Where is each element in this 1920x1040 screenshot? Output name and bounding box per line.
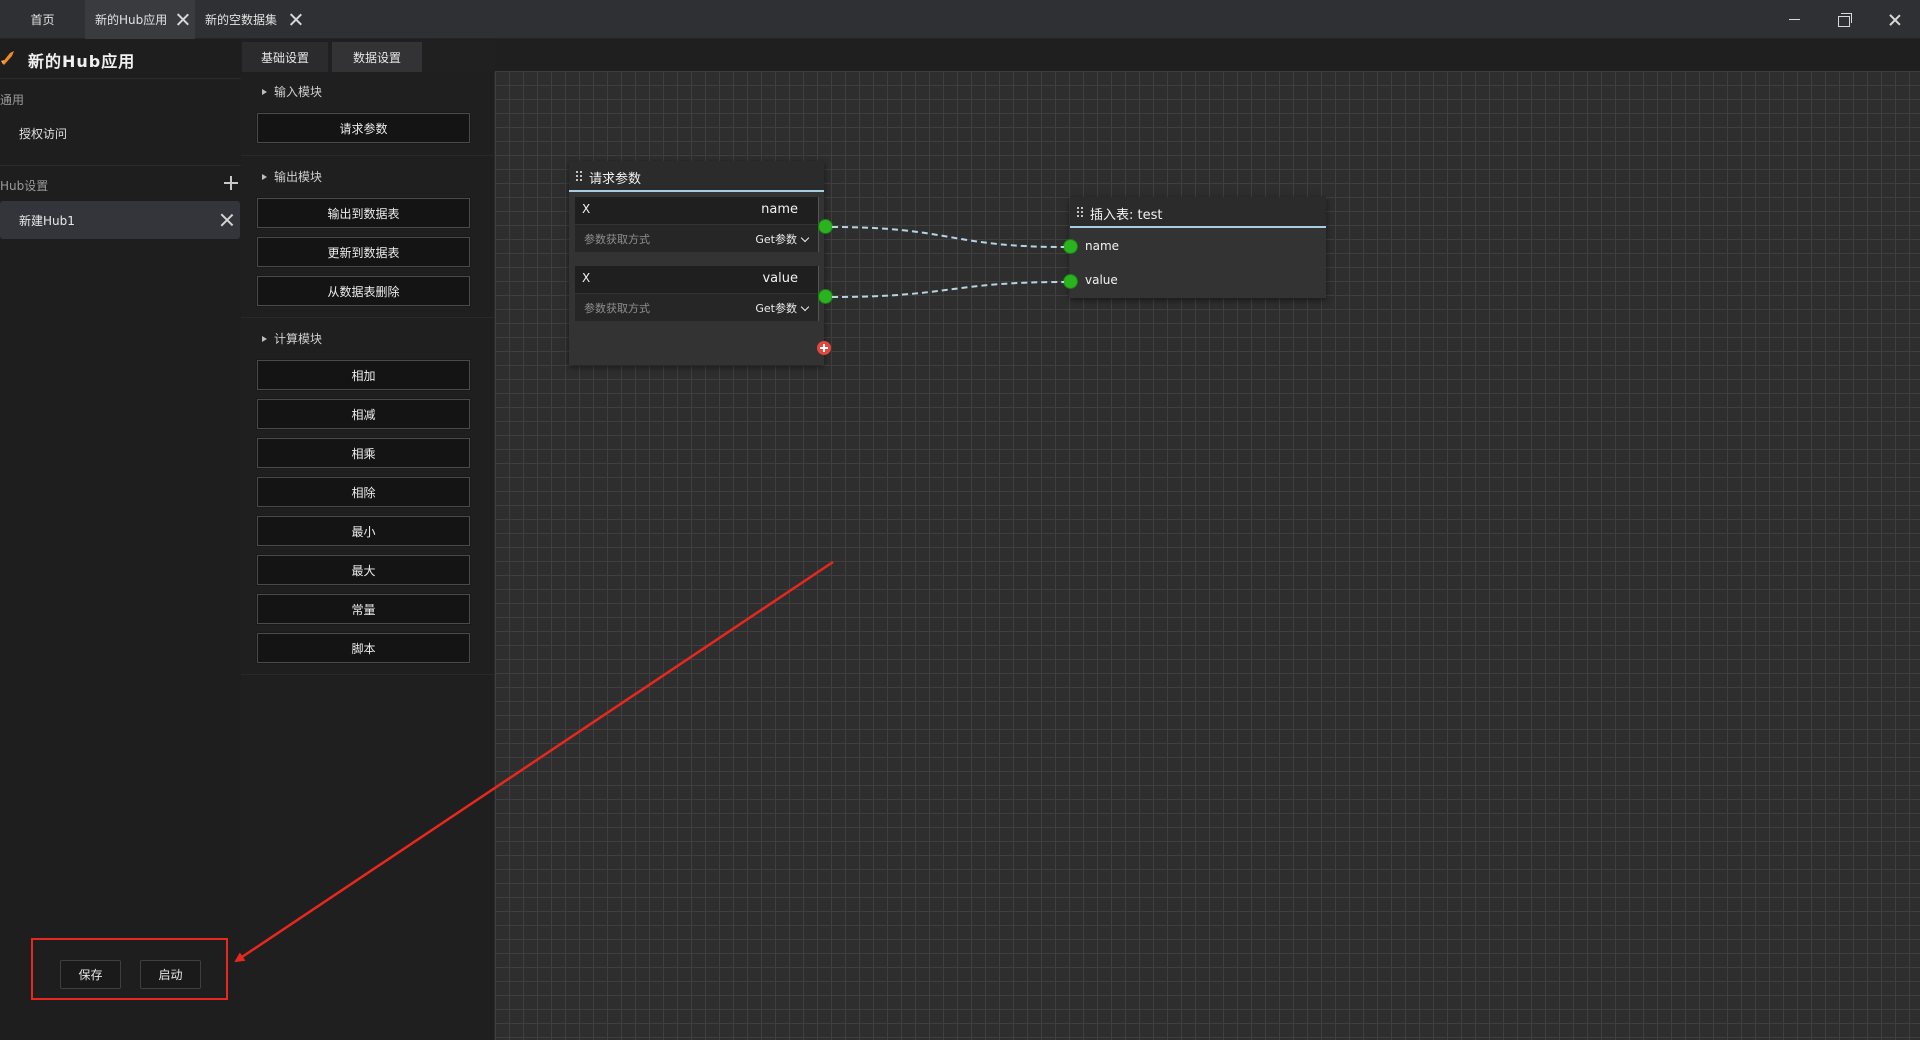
sidebar-item-hub-label: 新建Hub1: [19, 214, 75, 228]
output-port-value[interactable]: [818, 289, 833, 304]
param-method-select[interactable]: Get参数: [755, 300, 810, 316]
module-max[interactable]: 最大: [256, 554, 471, 586]
node-header[interactable]: 插入表: test: [1070, 197, 1326, 228]
node-header[interactable]: 请求参数: [569, 161, 824, 192]
module-request-params[interactable]: 请求参数: [256, 112, 471, 144]
input-port-value[interactable]: [1063, 274, 1078, 289]
param-name-row: X value: [575, 266, 819, 293]
param-name-input[interactable]: value: [762, 271, 798, 286]
param-name-input[interactable]: name: [761, 202, 798, 217]
input-port-name[interactable]: [1063, 239, 1078, 254]
param-method-select[interactable]: Get参数: [755, 231, 810, 247]
group-input-title: 输入模块: [274, 85, 323, 99]
sidebar: 新的Hub应用 通用 授权访问 Hub设置 新建Hub1: [0, 39, 241, 1040]
node-title: 插入表: test: [1090, 208, 1163, 223]
input-port-label-value: value: [1085, 273, 1118, 287]
group-output-header[interactable]: 输出模块: [262, 168, 322, 185]
chevron-down-icon: [800, 233, 810, 243]
group-output-title: 输出模块: [274, 170, 323, 184]
section-hub-settings: Hub设置: [0, 179, 49, 193]
module-update-table[interactable]: 更新到数据表: [256, 236, 471, 268]
tab-data-settings[interactable]: 数据设置: [332, 42, 422, 72]
output-port-name[interactable]: [818, 219, 833, 234]
param-method-value: Get参数: [755, 302, 797, 315]
drag-handle-icon[interactable]: [1076, 206, 1084, 218]
group-compute-title: 计算模块: [274, 332, 323, 346]
param-method-value: Get参数: [755, 233, 797, 246]
sidebar-item-hub[interactable]: 新建Hub1: [0, 201, 240, 239]
restore-icon[interactable]: [1834, 10, 1854, 30]
module-min[interactable]: 最小: [256, 515, 471, 547]
module-divide[interactable]: 相除: [256, 476, 471, 508]
module-multiply[interactable]: 相乘: [256, 437, 471, 469]
tab-hub-app[interactable]: 新的Hub应用: [85, 0, 195, 39]
param-remove-button[interactable]: X: [582, 202, 590, 216]
caret-right-icon: [262, 88, 267, 95]
app-title: 新的Hub应用: [28, 52, 136, 71]
sidebar-item-auth-access[interactable]: 授权访问: [19, 125, 67, 142]
window-close-icon[interactable]: [1885, 10, 1905, 30]
node-request-params[interactable]: 请求参数 X name 参数获取方式 Get参数 X value 参数获取方式 …: [569, 161, 831, 365]
caret-right-icon: [262, 335, 267, 342]
chevron-down-icon: [800, 302, 810, 312]
divider: [241, 317, 494, 318]
group-compute-header[interactable]: 计算模块: [262, 330, 322, 347]
module-output-to-table[interactable]: 输出到数据表: [256, 197, 471, 229]
module-panel: 基础设置 数据设置 输入模块 请求参数 输出模块 输出到数据表 更新到数据表 从…: [241, 39, 495, 1040]
minimize-icon[interactable]: [1784, 10, 1804, 30]
module-constant[interactable]: 常量: [256, 593, 471, 625]
tab-dataset-label: 新的空数据集: [205, 13, 278, 27]
module-delete-from-table[interactable]: 从数据表删除: [256, 275, 471, 307]
plus-icon[interactable]: [224, 176, 238, 190]
module-list: 输入模块 请求参数 输出模块 输出到数据表 更新到数据表 从数据表删除 计算模块…: [241, 72, 495, 1040]
rocket-icon: [1, 51, 14, 65]
divider: [0, 165, 241, 166]
param-method-row: 参数获取方式 Get参数: [575, 225, 819, 252]
param-method-label: 参数获取方式: [584, 302, 650, 315]
module-add[interactable]: 相加: [256, 359, 471, 391]
caret-right-icon: [262, 173, 267, 180]
input-port-label-name: name: [1085, 239, 1120, 253]
param-row: X name 参数获取方式 Get参数: [575, 197, 819, 252]
save-button[interactable]: 保存: [60, 960, 121, 989]
close-icon[interactable]: [175, 12, 190, 27]
drag-handle-icon[interactable]: [575, 170, 583, 182]
tab-home[interactable]: 首页: [0, 0, 85, 39]
param-name-row: X name: [575, 197, 819, 224]
param-method-row: 参数获取方式 Get参数: [575, 294, 819, 321]
tab-home-label: 首页: [30, 13, 55, 27]
tab-basic-settings[interactable]: 基础设置: [242, 42, 328, 72]
add-param-icon[interactable]: [817, 341, 831, 355]
title-bar: 首页 新的Hub应用 新的空数据集: [0, 0, 1920, 39]
close-icon[interactable]: [220, 213, 234, 227]
start-button[interactable]: 启动: [140, 960, 201, 989]
param-remove-button[interactable]: X: [582, 271, 590, 285]
node-title: 请求参数: [589, 172, 642, 187]
canvas-top-strip: [495, 39, 1920, 71]
module-script[interactable]: 脚本: [256, 632, 471, 664]
close-icon[interactable]: [288, 12, 303, 27]
divider: [241, 674, 494, 675]
section-general: 通用: [0, 93, 25, 107]
module-subtract[interactable]: 相减: [256, 398, 471, 430]
group-input-header[interactable]: 输入模块: [262, 83, 322, 100]
app-header: 新的Hub应用: [0, 39, 241, 79]
divider: [241, 155, 494, 156]
param-method-label: 参数获取方式: [584, 233, 650, 246]
param-row: X value 参数获取方式 Get参数: [575, 266, 819, 321]
node-insert-table[interactable]: 插入表: test name value: [1070, 197, 1326, 298]
tab-dataset[interactable]: 新的空数据集: [197, 0, 310, 39]
tab-hub-app-label: 新的Hub应用: [95, 13, 168, 27]
